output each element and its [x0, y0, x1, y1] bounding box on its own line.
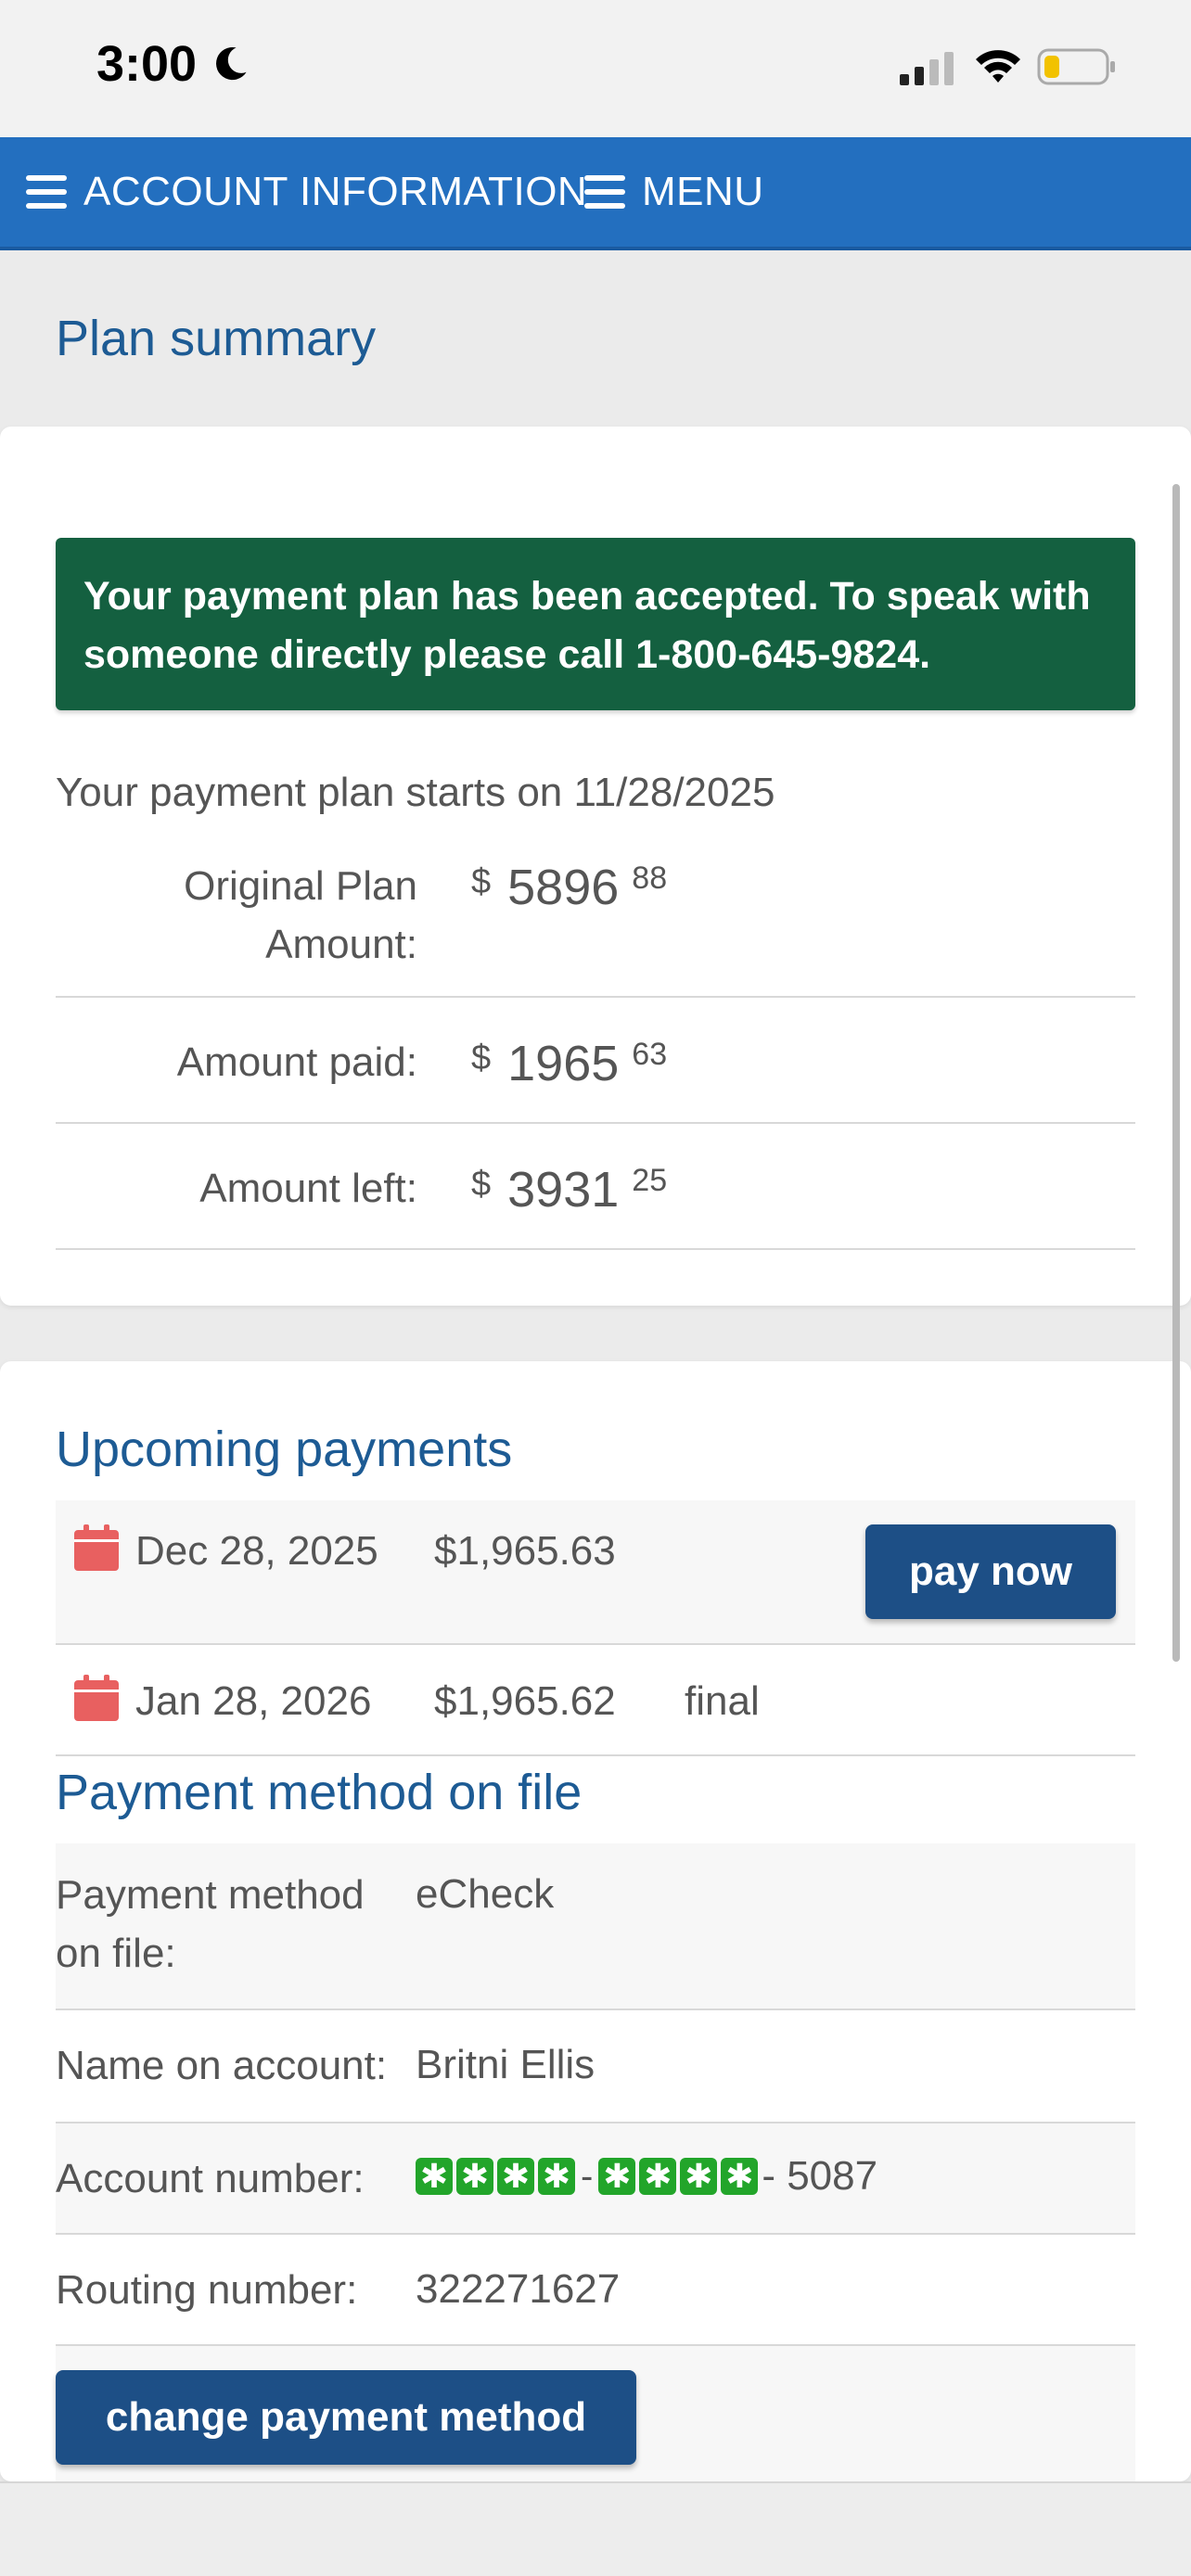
- amount-value: $3931 25: [471, 1161, 667, 1218]
- amount-label: Original Plan Amount:: [184, 863, 417, 967]
- hamburger-icon: [26, 175, 67, 209]
- payment-method-label: Payment method on file:: [56, 1872, 365, 1976]
- account-information-nav[interactable]: ACCOUNT INFORMATION: [26, 137, 587, 247]
- mask-asterisk-icon: ✱: [497, 2158, 534, 2195]
- name-on-account-row: Name on account: Britni Ellis: [56, 2010, 1135, 2123]
- payment-amount: $1,965.63: [434, 1528, 616, 1574]
- amount-row-left: Amount left: $3931 25: [56, 1124, 1135, 1250]
- mask-asterisk-icon: ✱: [416, 2158, 453, 2195]
- wifi-icon: [976, 50, 1020, 83]
- page-title: Plan summary: [56, 311, 377, 366]
- top-nav-bar: ACCOUNT INFORMATION MENU: [0, 137, 1191, 250]
- account-number-row: Account number: ✱ ✱ ✱ ✱ - ✱ ✱ ✱ ✱ - 5087: [56, 2123, 1135, 2235]
- account-information-label: ACCOUNT INFORMATION: [83, 169, 588, 214]
- mask-asterisk-icon: ✱: [639, 2158, 677, 2195]
- amount-value: $5896 88: [471, 859, 667, 916]
- amount-cents: 88: [632, 861, 668, 896]
- mask-asterisk-icon: ✱: [598, 2158, 636, 2195]
- calendar-icon: [74, 1675, 119, 1721]
- account-number-label: Account number:: [56, 2156, 365, 2201]
- battery-low-icon: [1037, 48, 1115, 85]
- amount-dollars: 5896: [507, 860, 620, 915]
- payment-date: Jan 28, 2026: [135, 1678, 372, 1724]
- payment-method-row: Payment method on file: eCheck: [56, 1843, 1135, 2010]
- name-on-account-value: Britni Ellis: [416, 2042, 596, 2087]
- amount-row-paid: Amount paid: $1965 63: [56, 998, 1135, 1124]
- amount-dollars: 3931: [507, 1162, 620, 1218]
- pay-now-button[interactable]: pay now: [865, 1524, 1116, 1619]
- amount-dollars: 1965: [507, 1036, 620, 1091]
- currency-symbol: $: [471, 862, 492, 901]
- masked-digits: ✱ ✱ ✱ ✱ - ✱ ✱ ✱ ✱: [416, 2155, 759, 2198]
- amount-label: Amount paid:: [176, 1039, 417, 1085]
- mask-asterisk-icon: ✱: [456, 2158, 493, 2195]
- routing-number-value: 322271627: [416, 2266, 621, 2312]
- routing-number-label: Routing number:: [56, 2267, 358, 2313]
- amount-value: $1965 63: [471, 1035, 667, 1092]
- change-payment-method-button[interactable]: change payment method: [56, 2370, 636, 2465]
- routing-number-row: Routing number: 322271627: [56, 2235, 1135, 2346]
- mask-dash: -: [581, 2155, 594, 2197]
- mask-asterisk-icon: ✱: [721, 2158, 759, 2195]
- menu-nav[interactable]: MENU: [584, 137, 764, 247]
- scrollbar[interactable]: [1172, 484, 1180, 1662]
- account-last-four: - 5087: [762, 2153, 878, 2199]
- mask-asterisk-icon: ✱: [538, 2158, 575, 2195]
- payment-row: Jan 28, 2026 $1,965.62 final: [56, 1645, 1135, 1756]
- moon-icon: [216, 46, 247, 81]
- upcoming-payments-title: Upcoming payments: [56, 1422, 513, 1477]
- payment-method-value: eCheck: [416, 1871, 555, 1917]
- mask-asterisk-icon: ✱: [680, 2158, 718, 2195]
- cellular-signal-icon: [900, 52, 954, 85]
- payment-date: Dec 28, 2025: [135, 1528, 378, 1574]
- amount-cents: 25: [632, 1163, 668, 1198]
- bottom-bar: [0, 2481, 1191, 2576]
- amount-label: Amount left:: [199, 1166, 417, 1211]
- amount-cents: 63: [632, 1037, 668, 1072]
- payment-method-title: Payment method on file: [56, 1765, 583, 1820]
- plan-accepted-alert: Your payment plan has been accepted. To …: [56, 538, 1135, 710]
- currency-symbol: $: [471, 1039, 492, 1078]
- account-number-value: ✱ ✱ ✱ ✱ - ✱ ✱ ✱ ✱ - 5087: [416, 2153, 877, 2200]
- calendar-icon: [74, 1524, 119, 1571]
- name-on-account-label: Name on account:: [56, 2043, 388, 2088]
- payment-amount: $1,965.62: [434, 1678, 616, 1724]
- menu-label: MENU: [642, 169, 764, 214]
- payment-final-note: final: [685, 1678, 760, 1724]
- status-bar: 3:00: [0, 0, 1191, 137]
- status-time: 3:00: [96, 35, 250, 93]
- currency-symbol: $: [471, 1165, 492, 1204]
- clock-text: 3:00: [96, 36, 198, 92]
- amount-row-original: Original Plan Amount: $5896 88: [56, 851, 1135, 998]
- payment-row: Dec 28, 2025 $1,965.63 pay now: [56, 1500, 1135, 1645]
- plan-start-text: Your payment plan starts on 11/28/2025: [56, 770, 775, 815]
- hamburger-icon: [584, 175, 625, 209]
